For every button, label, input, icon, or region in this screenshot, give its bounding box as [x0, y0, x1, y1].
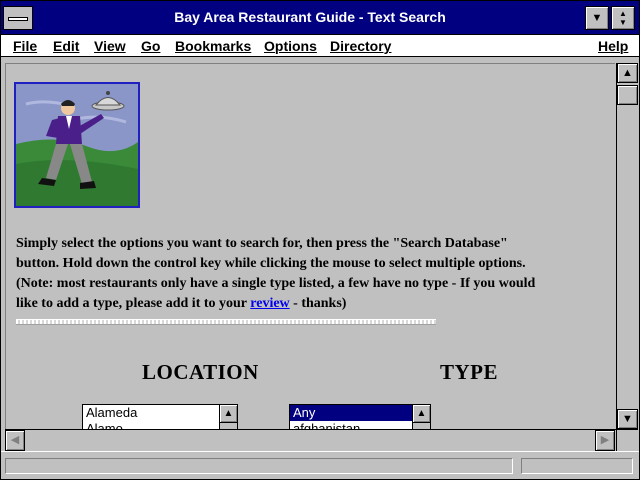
horizontal-rule	[16, 319, 436, 325]
menu-go[interactable]: Go	[141, 38, 160, 54]
scroll-up-button[interactable]: ▲	[617, 63, 638, 83]
system-menu-icon[interactable]	[3, 6, 33, 30]
down-arrow-icon: ▼	[622, 413, 633, 425]
up-arrow-icon: ▲	[223, 408, 234, 419]
menu-options[interactable]: Options	[264, 38, 317, 54]
intro-line-3: (Note: most restaurants only have a sing…	[16, 276, 536, 291]
location-listbox[interactable]: Alameda Alamo ▲	[82, 404, 238, 429]
maximize-icon: ▲ ▼	[619, 9, 627, 27]
type-heading: TYPE	[440, 360, 499, 384]
menu-directory[interactable]: Directory	[330, 38, 391, 54]
vertical-scroll-thumb[interactable]	[617, 85, 638, 105]
menu-edit[interactable]: Edit	[53, 38, 79, 54]
type-listbox-scrollbar[interactable]: ▲	[412, 405, 430, 429]
intro-line-2: button. Hold down the control key while …	[16, 256, 526, 271]
scroll-left-button[interactable]: ◀	[5, 430, 25, 451]
location-heading: LOCATION	[142, 360, 259, 384]
scroll-right-button[interactable]: ▶	[595, 430, 615, 451]
minimize-button[interactable]: ▼	[585, 6, 609, 30]
location-option-alameda[interactable]: Alameda	[83, 405, 237, 421]
up-arrow-icon: ▲	[622, 67, 633, 79]
location-option-alamo[interactable]: Alamo	[83, 421, 237, 429]
minimize-icon: ▼	[591, 12, 603, 24]
progress-panel	[521, 458, 633, 474]
menu-view[interactable]: View	[94, 38, 126, 54]
menu-bookmarks[interactable]: Bookmarks	[175, 38, 251, 54]
right-arrow-icon: ▶	[600, 434, 610, 446]
scroll-down-button[interactable]: ▼	[617, 409, 638, 429]
vertical-scrollbar[interactable]: ▲ ▼	[616, 63, 638, 429]
window-title: Bay Area Restaurant Guide - Text Search	[174, 9, 446, 25]
menu-file[interactable]: File	[13, 38, 37, 54]
browser-window: Bay Area Restaurant Guide - Text Search …	[0, 0, 640, 480]
intro-line-4-start: like to add a type, please add it to you…	[16, 296, 251, 311]
location-listbox-scrollbar[interactable]: ▲	[219, 405, 237, 429]
menu-help[interactable]: Help	[598, 38, 628, 54]
type-option-afghanistan[interactable]: afghanistan	[290, 421, 430, 429]
instructions-text: Simply select the options you want to se…	[16, 234, 606, 314]
maximize-button[interactable]: ▲ ▼	[611, 6, 635, 30]
review-link[interactable]: review	[250, 296, 289, 311]
intro-line-4-end: - thanks)	[289, 296, 347, 311]
status-message-panel	[5, 458, 513, 474]
horizontal-scrollbar[interactable]: ◀ ▶	[5, 429, 616, 451]
menu-bar: File Edit View Go Bookmarks Options Dire…	[1, 35, 639, 57]
location-scroll-up-button[interactable]: ▲	[220, 405, 237, 423]
waiter-with-tray-icon	[16, 84, 138, 206]
left-arrow-icon: ◀	[10, 434, 20, 446]
type-listbox[interactable]: Any afghanistan ▲	[289, 404, 431, 429]
intro-line-1: Simply select the options you want to se…	[16, 236, 508, 251]
page-content: Simply select the options you want to se…	[5, 63, 615, 429]
type-scroll-up-button[interactable]: ▲	[413, 405, 430, 423]
scrollbar-corner	[616, 429, 638, 451]
waiter-illustration	[14, 82, 140, 208]
status-bar	[1, 451, 639, 479]
title-bar[interactable]: Bay Area Restaurant Guide - Text Search …	[1, 1, 639, 35]
up-arrow-icon: ▲	[416, 408, 427, 419]
type-option-any[interactable]: Any	[290, 405, 430, 421]
